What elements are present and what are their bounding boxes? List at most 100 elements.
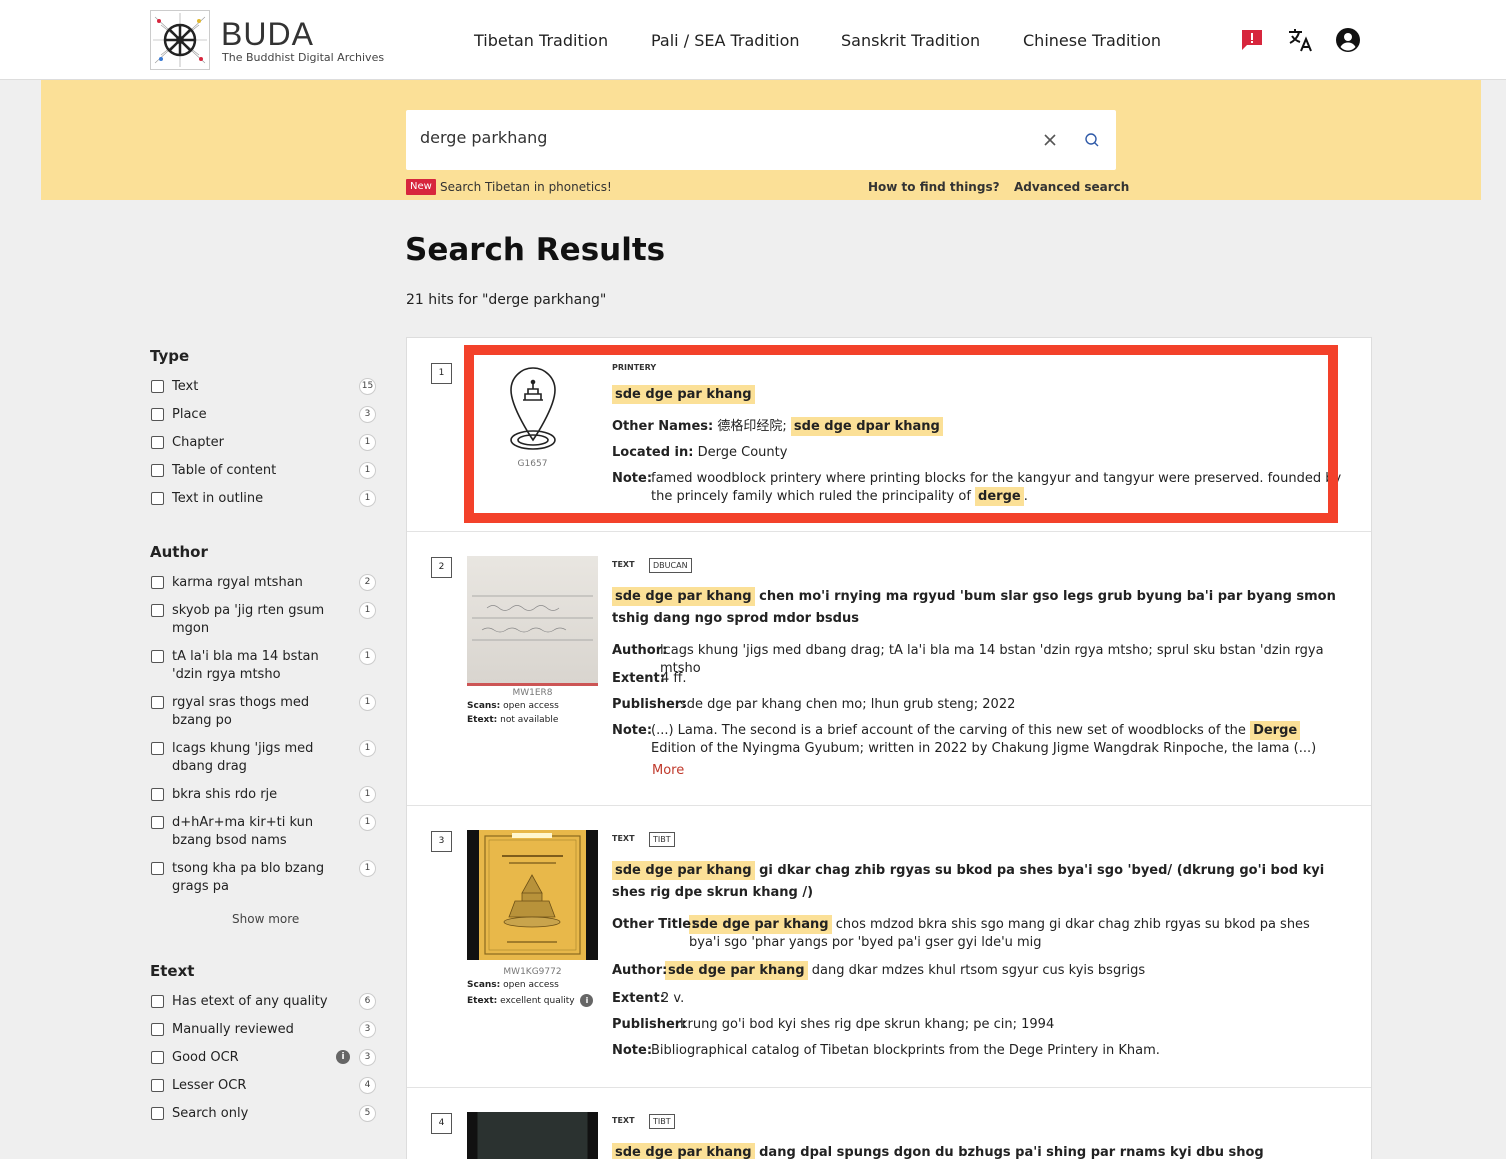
result-item[interactable]: 4 TEXT TIBT sde dge par khang dang dpal … [407,1088,1371,1159]
facet-count: 1 [359,786,376,803]
info-icon[interactable]: i [580,994,594,1007]
etext-status: Etext: excellent quality i [467,994,594,1007]
field-value: krung go'i bod kyi shes rig dpe skrun kh… [680,1017,1055,1032]
result-extent: Extent: 2 v. [612,990,1342,1008]
result-item[interactable]: 3 MW1KG9772 Scans: open access Etext: ex… [407,806,1371,1088]
checkbox[interactable] [151,862,164,875]
facet-count: 4 [359,1077,376,1094]
result-publisher: Publisher: krung go'i bod kyi shes rig dp… [612,1016,1342,1034]
checkbox[interactable] [151,742,164,755]
facet-heading-author: Author [150,543,208,561]
facet-count: 1 [359,740,376,757]
field-label: Author: [612,963,668,978]
checkbox[interactable] [151,1107,164,1120]
result-title[interactable]: sde dge par khang dang dpal spungs dgon … [612,1142,1342,1159]
result-thumbnail[interactable] [467,1112,598,1159]
report-icon[interactable] [1239,27,1265,53]
checkbox[interactable] [151,816,164,829]
facet-label: Manually reviewed [172,1022,294,1037]
facet-label: Lesser OCR [172,1078,247,1093]
buda-logo-icon[interactable] [150,10,210,70]
checkbox[interactable] [151,436,164,449]
result-type: TEXT [612,1116,635,1125]
more-link[interactable]: More [652,763,684,778]
result-thumbnail[interactable] [467,830,598,960]
hits-count: 21 hits for "derge parkhang" [406,292,607,308]
checkbox[interactable] [151,696,164,709]
result-title[interactable]: sde dge par khang chen mo'i rnying ma rg… [612,586,1342,630]
facet-count: 2 [359,574,376,591]
title-text: dang dpal spungs dgon du bzhugs pa'i shi… [759,1145,1264,1159]
checkbox[interactable] [151,788,164,801]
top-bar: BUDA The Buddhist Digital Archives Tibet… [0,0,1506,80]
scans-status: Scans: open access [467,701,559,711]
etext-status: Etext: not available [467,715,559,725]
translate-icon[interactable] [1287,27,1313,53]
show-more-authors[interactable]: Show more [232,912,299,926]
facet-label: Chapter [172,435,224,450]
nav-pali-sea-tradition[interactable]: Pali / SEA Tradition [651,31,800,50]
facet-label: Has etext of any quality [172,994,328,1009]
facet-label: lcags khung 'jigs med dbang drag [172,741,314,774]
facet-label: Place [172,407,207,422]
info-icon[interactable]: i [336,1050,350,1064]
facet-label: rgyal sras thogs med bzang po [172,695,310,728]
checkbox[interactable] [151,380,164,393]
nav-sanskrit-tradition[interactable]: Sanskrit Tradition [841,31,980,50]
facet-count: 1 [359,860,376,877]
facet-count: 3 [359,1049,376,1066]
field-label: Publisher: [612,697,687,712]
facet-count: 1 [359,648,376,665]
highlight[interactable]: sde dge par khang [665,961,808,980]
logo-subtitle: The Buddhist Digital Archives [222,51,385,64]
search-input[interactable] [420,128,1020,147]
nav-chinese-tradition[interactable]: Chinese Tradition [1023,31,1161,50]
facet-label: Text in outline [172,491,264,506]
logo-title[interactable]: BUDA [221,16,314,53]
checkbox[interactable] [151,995,164,1008]
nav-tibetan-tradition[interactable]: Tibetan Tradition [474,31,608,50]
facet-count: 3 [359,1021,376,1038]
result-thumbnail[interactable] [467,556,598,686]
field-value: Bibliographical catalog of Tibetan block… [651,1043,1160,1058]
facet-count: 6 [359,993,376,1010]
result-id: MW1KG9772 [503,967,562,977]
phonetics-link[interactable]: Search Tibetan in phonetics! [440,180,612,194]
checkbox[interactable] [151,650,164,663]
facet-label: karma rgyal mtshan [172,575,303,590]
result-type: TEXT [612,834,635,843]
clear-icon[interactable] [1042,132,1058,148]
checkbox[interactable] [151,576,164,589]
highlight: sde dge par khang [612,861,755,880]
field-value[interactable]: dang dkar mdzes khul rtsom sgyur cus kyi… [812,963,1145,978]
field-label: Note: [612,1043,653,1058]
highlight: sde dge par khang [689,915,832,934]
result-title[interactable]: sde dge par khang gi dkar chag zhib rgya… [612,860,1342,904]
checkbox[interactable] [151,492,164,505]
checkbox[interactable] [151,408,164,421]
checkbox[interactable] [151,464,164,477]
result-number: 4 [431,1113,452,1134]
account-icon[interactable] [1335,27,1361,53]
facet-count: 1 [359,490,376,507]
checkbox[interactable] [151,1079,164,1092]
checkbox[interactable] [151,604,164,617]
field-label: Publisher: [612,1017,687,1032]
checkbox[interactable] [151,1051,164,1064]
checkbox[interactable] [151,1023,164,1036]
facet-heading-type: Type [150,347,190,365]
facet-count: 1 [359,462,376,479]
help-link[interactable]: How to find things? [868,180,1000,194]
facet-label: Text [172,379,199,394]
facet-count: 15 [359,378,376,395]
result-note: Note: Bibliographical catalog of Tibetan … [612,1042,1342,1060]
result-author: Author: sde dge par khang dang dkar mdzes… [612,961,1342,980]
facet-count: 3 [359,406,376,423]
result-other-title: Other Title: sde dge par khang chos mdzod… [612,915,1342,952]
script-tag: TIBT [649,1114,675,1129]
result-item[interactable]: 2 MW1ER8 Scans: open access Etext: not a… [407,532,1371,806]
advanced-search-link[interactable]: Advanced search [1014,180,1129,194]
search-icon[interactable] [1084,132,1100,148]
field-label: Extent: [612,671,665,686]
facet-label: skyob pa 'jig rten gsum mgon [172,603,325,636]
